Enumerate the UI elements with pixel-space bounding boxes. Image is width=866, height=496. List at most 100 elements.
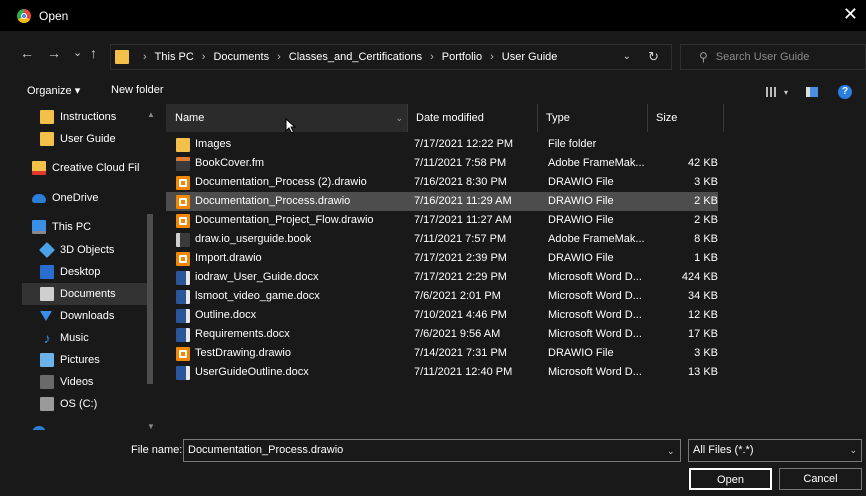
word-file-icon <box>176 308 190 323</box>
sidebar-item-onedrive[interactable]: OneDrive <box>32 187 160 209</box>
file-name: Documentation_Project_Flow.drawio <box>195 214 374 226</box>
scroll-up-icon[interactable]: ▲ <box>147 110 155 119</box>
file-type-filter-value: All Files (*.*) <box>693 444 754 456</box>
chevron-down-icon[interactable]: ⌄ <box>623 51 631 62</box>
file-size: 2 KB <box>694 195 718 207</box>
file-date: 7/11/2021 7:58 PM <box>414 157 507 169</box>
sidebar-item-creative-cloud[interactable]: Creative Cloud Fil <box>32 157 160 179</box>
file-type: Microsoft Word D... <box>548 309 642 321</box>
sidebar-item-label: 3D Objects <box>60 244 115 256</box>
sidebar-item-label: Pictures <box>60 354 100 366</box>
computer-icon <box>32 220 46 234</box>
forward-arrow-icon[interactable]: → <box>47 46 61 60</box>
chrome-icon <box>17 8 31 23</box>
file-row[interactable]: lsmoot_video_game.docx 7/6/2021 2:01 PM … <box>166 287 718 306</box>
file-type: DRAWIO File <box>548 252 614 264</box>
file-list: Name ⌄ Date modified Type Size Images 7/… <box>160 104 866 432</box>
column-header-type[interactable]: Type <box>538 104 648 132</box>
sidebar-item-instructions[interactable]: Instructions <box>40 106 150 128</box>
view-mode-icon[interactable] <box>766 87 776 97</box>
open-button[interactable]: Open <box>689 468 772 490</box>
back-arrow-icon[interactable]: ← <box>20 46 34 60</box>
breadcrumb-this-pc[interactable]: This PC <box>155 51 194 63</box>
file-name: TestDrawing.drawio <box>195 347 291 359</box>
sidebar-scrollbar[interactable]: ▲ ▼ <box>145 104 155 434</box>
file-row[interactable]: BookCover.fm 7/11/2021 7:58 PM Adobe Fra… <box>166 154 718 173</box>
documents-icon <box>40 287 54 301</box>
sidebar-item-3d-objects[interactable]: 3D Objects <box>39 239 150 261</box>
title-bar: Open ✕ <box>0 0 866 31</box>
file-row[interactable]: draw.io_userguide.book 7/11/2021 7:57 PM… <box>166 230 718 249</box>
help-icon[interactable]: ? <box>838 85 853 99</box>
new-folder-button[interactable]: New folder <box>111 84 164 96</box>
sidebar-item-this-pc[interactable]: This PC <box>32 216 160 238</box>
file-row[interactable]: Import.drawio 7/17/2021 2:39 PM DRAWIO F… <box>166 249 718 268</box>
breadcrumb-user-guide[interactable]: User Guide <box>502 51 558 63</box>
search-box[interactable]: ⚲ Search User Guide <box>680 44 866 70</box>
file-row[interactable]: UserGuideOutline.docx 7/11/2021 12:40 PM… <box>166 363 718 382</box>
recent-locations-icon[interactable]: ⌄ <box>73 46 82 60</box>
breadcrumb-separator: › <box>201 51 206 63</box>
file-date: 7/16/2021 8:30 PM <box>414 176 507 188</box>
file-row[interactable]: Requirements.docx 7/6/2021 9:56 AM Micro… <box>166 325 718 344</box>
file-size: 8 KB <box>694 233 718 245</box>
file-type: DRAWIO File <box>548 176 614 188</box>
file-date: 7/16/2021 11:29 AM <box>414 195 512 207</box>
file-size: 42 KB <box>688 157 718 169</box>
file-type: DRAWIO File <box>548 214 614 226</box>
organize-button[interactable]: Organize ▾ <box>27 84 80 97</box>
file-row[interactable]: Images 7/17/2021 12:22 PM File folder <box>166 135 718 154</box>
sidebar-item-documents[interactable]: Documents <box>22 283 150 305</box>
sidebar-item-label: This PC <box>52 221 92 233</box>
breadcrumb-portfolio[interactable]: Portfolio <box>442 51 482 63</box>
breadcrumb: › This PC › Documents › Classes_and_Cert… <box>135 51 557 63</box>
column-header-size[interactable]: Size <box>648 104 724 132</box>
drawio-file-icon <box>176 346 190 361</box>
file-row[interactable]: TestDrawing.drawio 7/14/2021 7:31 PM DRA… <box>166 344 718 363</box>
refresh-icon[interactable]: ↻ <box>648 49 659 65</box>
close-icon[interactable]: ✕ <box>843 5 858 23</box>
sidebar-item-os-c[interactable]: OS (C:) <box>40 393 150 415</box>
chevron-down-icon[interactable]: ▾ <box>784 88 788 97</box>
file-row-selected[interactable]: Documentation_Process.drawio 7/16/2021 1… <box>166 192 718 211</box>
navigation-bar: ← → ⌄ ↑ › This PC › Documents › Classes_… <box>0 36 866 76</box>
chevron-down-icon[interactable]: ⌄ <box>395 104 403 132</box>
file-name-field[interactable]: Documentation_Process.drawio <box>183 439 681 462</box>
file-row[interactable]: Documentation_Process (2).drawio 7/16/20… <box>166 173 718 192</box>
file-type: Adobe FrameMak... <box>548 233 645 245</box>
chevron-down-icon[interactable]: ⌄ <box>667 446 675 457</box>
file-name: Images <box>195 138 232 150</box>
sidebar-item-label: OS (C:) <box>60 398 98 410</box>
sidebar-item-downloads[interactable]: Downloads <box>40 305 150 327</box>
cancel-button[interactable]: Cancel <box>779 468 862 490</box>
file-name: Import.drawio <box>195 252 262 264</box>
up-arrow-icon[interactable]: ↑ <box>90 46 97 60</box>
sidebar-item-pictures[interactable]: Pictures <box>40 349 150 371</box>
drawio-file-icon <box>176 194 190 209</box>
sidebar-item-label: Music <box>60 332 89 344</box>
file-type: File folder <box>548 138 597 150</box>
window-title: Open <box>39 8 69 23</box>
sidebar-item-label: Downloads <box>60 310 115 322</box>
file-type: Microsoft Word D... <box>548 271 642 283</box>
file-date: 7/17/2021 2:39 PM <box>414 252 507 264</box>
folder-icon <box>176 137 190 152</box>
scrollbar-thumb[interactable] <box>147 214 153 384</box>
preview-pane-icon[interactable] <box>806 87 819 97</box>
file-row[interactable]: Outline.docx 7/10/2021 4:46 PM Microsoft… <box>166 306 718 325</box>
sidebar-item-music[interactable]: ♪ Music <box>40 327 150 349</box>
sidebar-item-label: User Guide <box>60 133 116 145</box>
sidebar-item-user-guide[interactable]: User Guide <box>40 128 150 150</box>
address-bar[interactable]: › This PC › Documents › Classes_and_Cert… <box>110 44 672 70</box>
sidebar-item-desktop[interactable]: Desktop <box>40 261 150 283</box>
breadcrumb-separator: › <box>143 51 147 63</box>
file-type-filter[interactable]: All Files (*.*) ⌄ <box>688 439 862 462</box>
breadcrumb-documents[interactable]: Documents <box>213 51 269 63</box>
file-row[interactable]: Documentation_Project_Flow.drawio 7/17/2… <box>166 211 718 230</box>
cube-icon <box>39 242 55 258</box>
file-row[interactable]: iodraw_User_Guide.docx 7/17/2021 2:29 PM… <box>166 268 718 287</box>
file-size: 424 KB <box>681 271 718 283</box>
column-header-date[interactable]: Date modified <box>408 104 538 132</box>
sidebar-item-videos[interactable]: Videos <box>40 371 150 393</box>
breadcrumb-classes[interactable]: Classes_and_Certifications <box>289 51 422 63</box>
